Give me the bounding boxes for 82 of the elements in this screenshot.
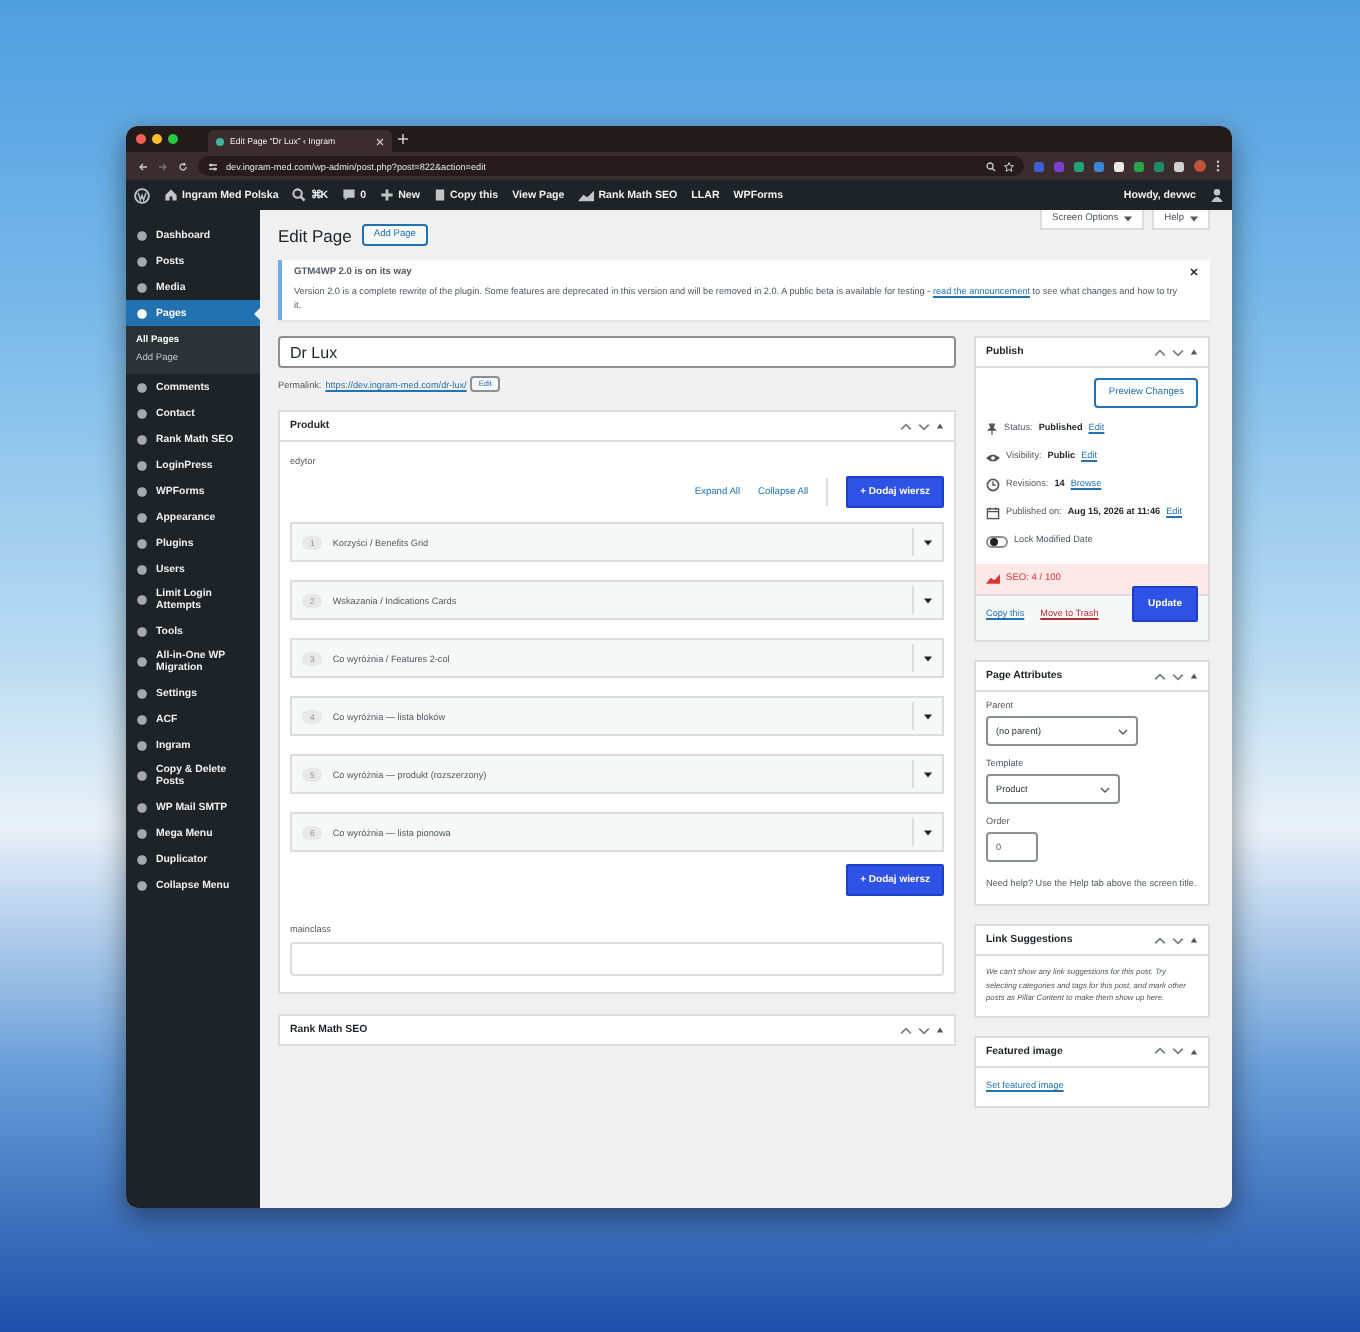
menu-circle-icon <box>136 853 148 865</box>
chevron-down-icon[interactable] <box>918 421 930 432</box>
chevron-down-icon[interactable] <box>918 1025 930 1036</box>
star-icon[interactable] <box>1004 161 1014 171</box>
dropdown-triangle-icon[interactable] <box>924 597 932 604</box>
chevron-up-icon[interactable] <box>900 421 912 432</box>
house-icon <box>164 188 178 202</box>
dropdown-triangle-icon[interactable] <box>924 539 932 546</box>
chevron-down-icon[interactable] <box>1172 347 1184 358</box>
plus-icon <box>380 188 395 202</box>
reload-icon[interactable] <box>178 161 188 171</box>
maximize-button[interactable] <box>168 134 178 144</box>
logo-icon[interactable] <box>134 187 150 203</box>
speech-bubble-icon <box>342 188 357 202</box>
chevron-up-icon[interactable] <box>1154 671 1166 681</box>
dropdown-triangle-icon[interactable] <box>924 771 932 778</box>
menu-circle-icon <box>136 459 148 471</box>
menu-circle-icon <box>136 879 148 891</box>
chevron-down-icon[interactable] <box>1172 1046 1184 1057</box>
menu-circle-icon <box>136 739 148 751</box>
chevron-down-icon[interactable] <box>1172 935 1184 946</box>
menu-circle-icon <box>136 594 148 606</box>
caret-icon <box>1190 216 1198 222</box>
favicon-icon <box>216 137 224 145</box>
menu-circle-icon <box>136 485 148 497</box>
back-arrow-icon[interactable] <box>138 161 148 171</box>
menu-circle-icon <box>136 229 148 241</box>
triangle-up-icon[interactable] <box>1190 672 1198 680</box>
chevron-up-icon[interactable] <box>1154 1046 1166 1057</box>
eye-icon <box>986 451 1000 464</box>
chevron-up-icon[interactable] <box>1154 935 1166 946</box>
menu-circle-icon <box>136 713 148 725</box>
chart-icon <box>578 189 595 201</box>
calendar-icon <box>986 506 1000 521</box>
pointer-icon <box>254 307 260 319</box>
triangle-up-icon[interactable] <box>936 1026 944 1035</box>
menu-circle-icon <box>136 433 148 445</box>
title-field[interactable]: Dr Lux <box>278 336 956 369</box>
avatar-icon[interactable] <box>1194 160 1206 172</box>
menu-circle-icon <box>136 537 148 549</box>
toggle-switch[interactable] <box>986 535 1008 548</box>
menu-circle-icon <box>136 563 148 575</box>
triangle-up-icon[interactable] <box>1190 936 1198 945</box>
user-silhouette-icon[interactable] <box>1210 188 1224 202</box>
dropdown-triangle-icon[interactable] <box>924 655 932 662</box>
chevron-up-icon[interactable] <box>1154 347 1166 358</box>
menu-circle-icon <box>136 511 148 523</box>
menu-circle-icon <box>136 625 148 637</box>
site-settings-icon[interactable] <box>208 161 218 171</box>
forward-arrow-icon[interactable] <box>158 161 168 171</box>
menu-circle-icon <box>136 255 148 267</box>
menu-circle-icon <box>136 656 148 668</box>
triangle-up-icon[interactable] <box>936 422 944 431</box>
menu-circle-icon <box>136 307 148 319</box>
chevron-down-icon <box>1118 727 1128 735</box>
triangle-up-icon[interactable] <box>1190 1047 1198 1056</box>
chevron-up-icon[interactable] <box>900 1025 912 1036</box>
close-button[interactable] <box>136 134 146 144</box>
mainclass-field[interactable] <box>290 942 944 977</box>
triangle-up-icon[interactable] <box>1190 348 1198 357</box>
clock-icon <box>986 478 1000 493</box>
menu-circle-icon <box>136 687 148 699</box>
search-icon <box>292 188 307 202</box>
menu-circle-icon <box>136 281 148 293</box>
minimize-button[interactable] <box>152 134 162 144</box>
menu-circle-icon <box>136 827 148 839</box>
pin-icon <box>986 422 998 437</box>
document-icon <box>433 188 446 202</box>
dropdown-triangle-icon[interactable] <box>924 829 932 836</box>
caret-icon <box>1124 216 1133 222</box>
menu-circle-icon <box>136 381 148 393</box>
chevron-down-icon[interactable] <box>1172 671 1184 681</box>
new-tab-icon[interactable] <box>398 134 408 144</box>
menu-circle-icon <box>136 770 148 782</box>
zoom-icon[interactable] <box>986 161 996 171</box>
chart-icon <box>986 574 1000 584</box>
close-icon[interactable] <box>1190 268 1198 276</box>
menu-circle-icon <box>136 801 148 813</box>
page-title: Edit Page <box>278 225 352 245</box>
dropdown-triangle-icon[interactable] <box>924 713 932 720</box>
menu-circle-icon <box>136 407 148 419</box>
chevron-down-icon <box>1100 785 1110 793</box>
